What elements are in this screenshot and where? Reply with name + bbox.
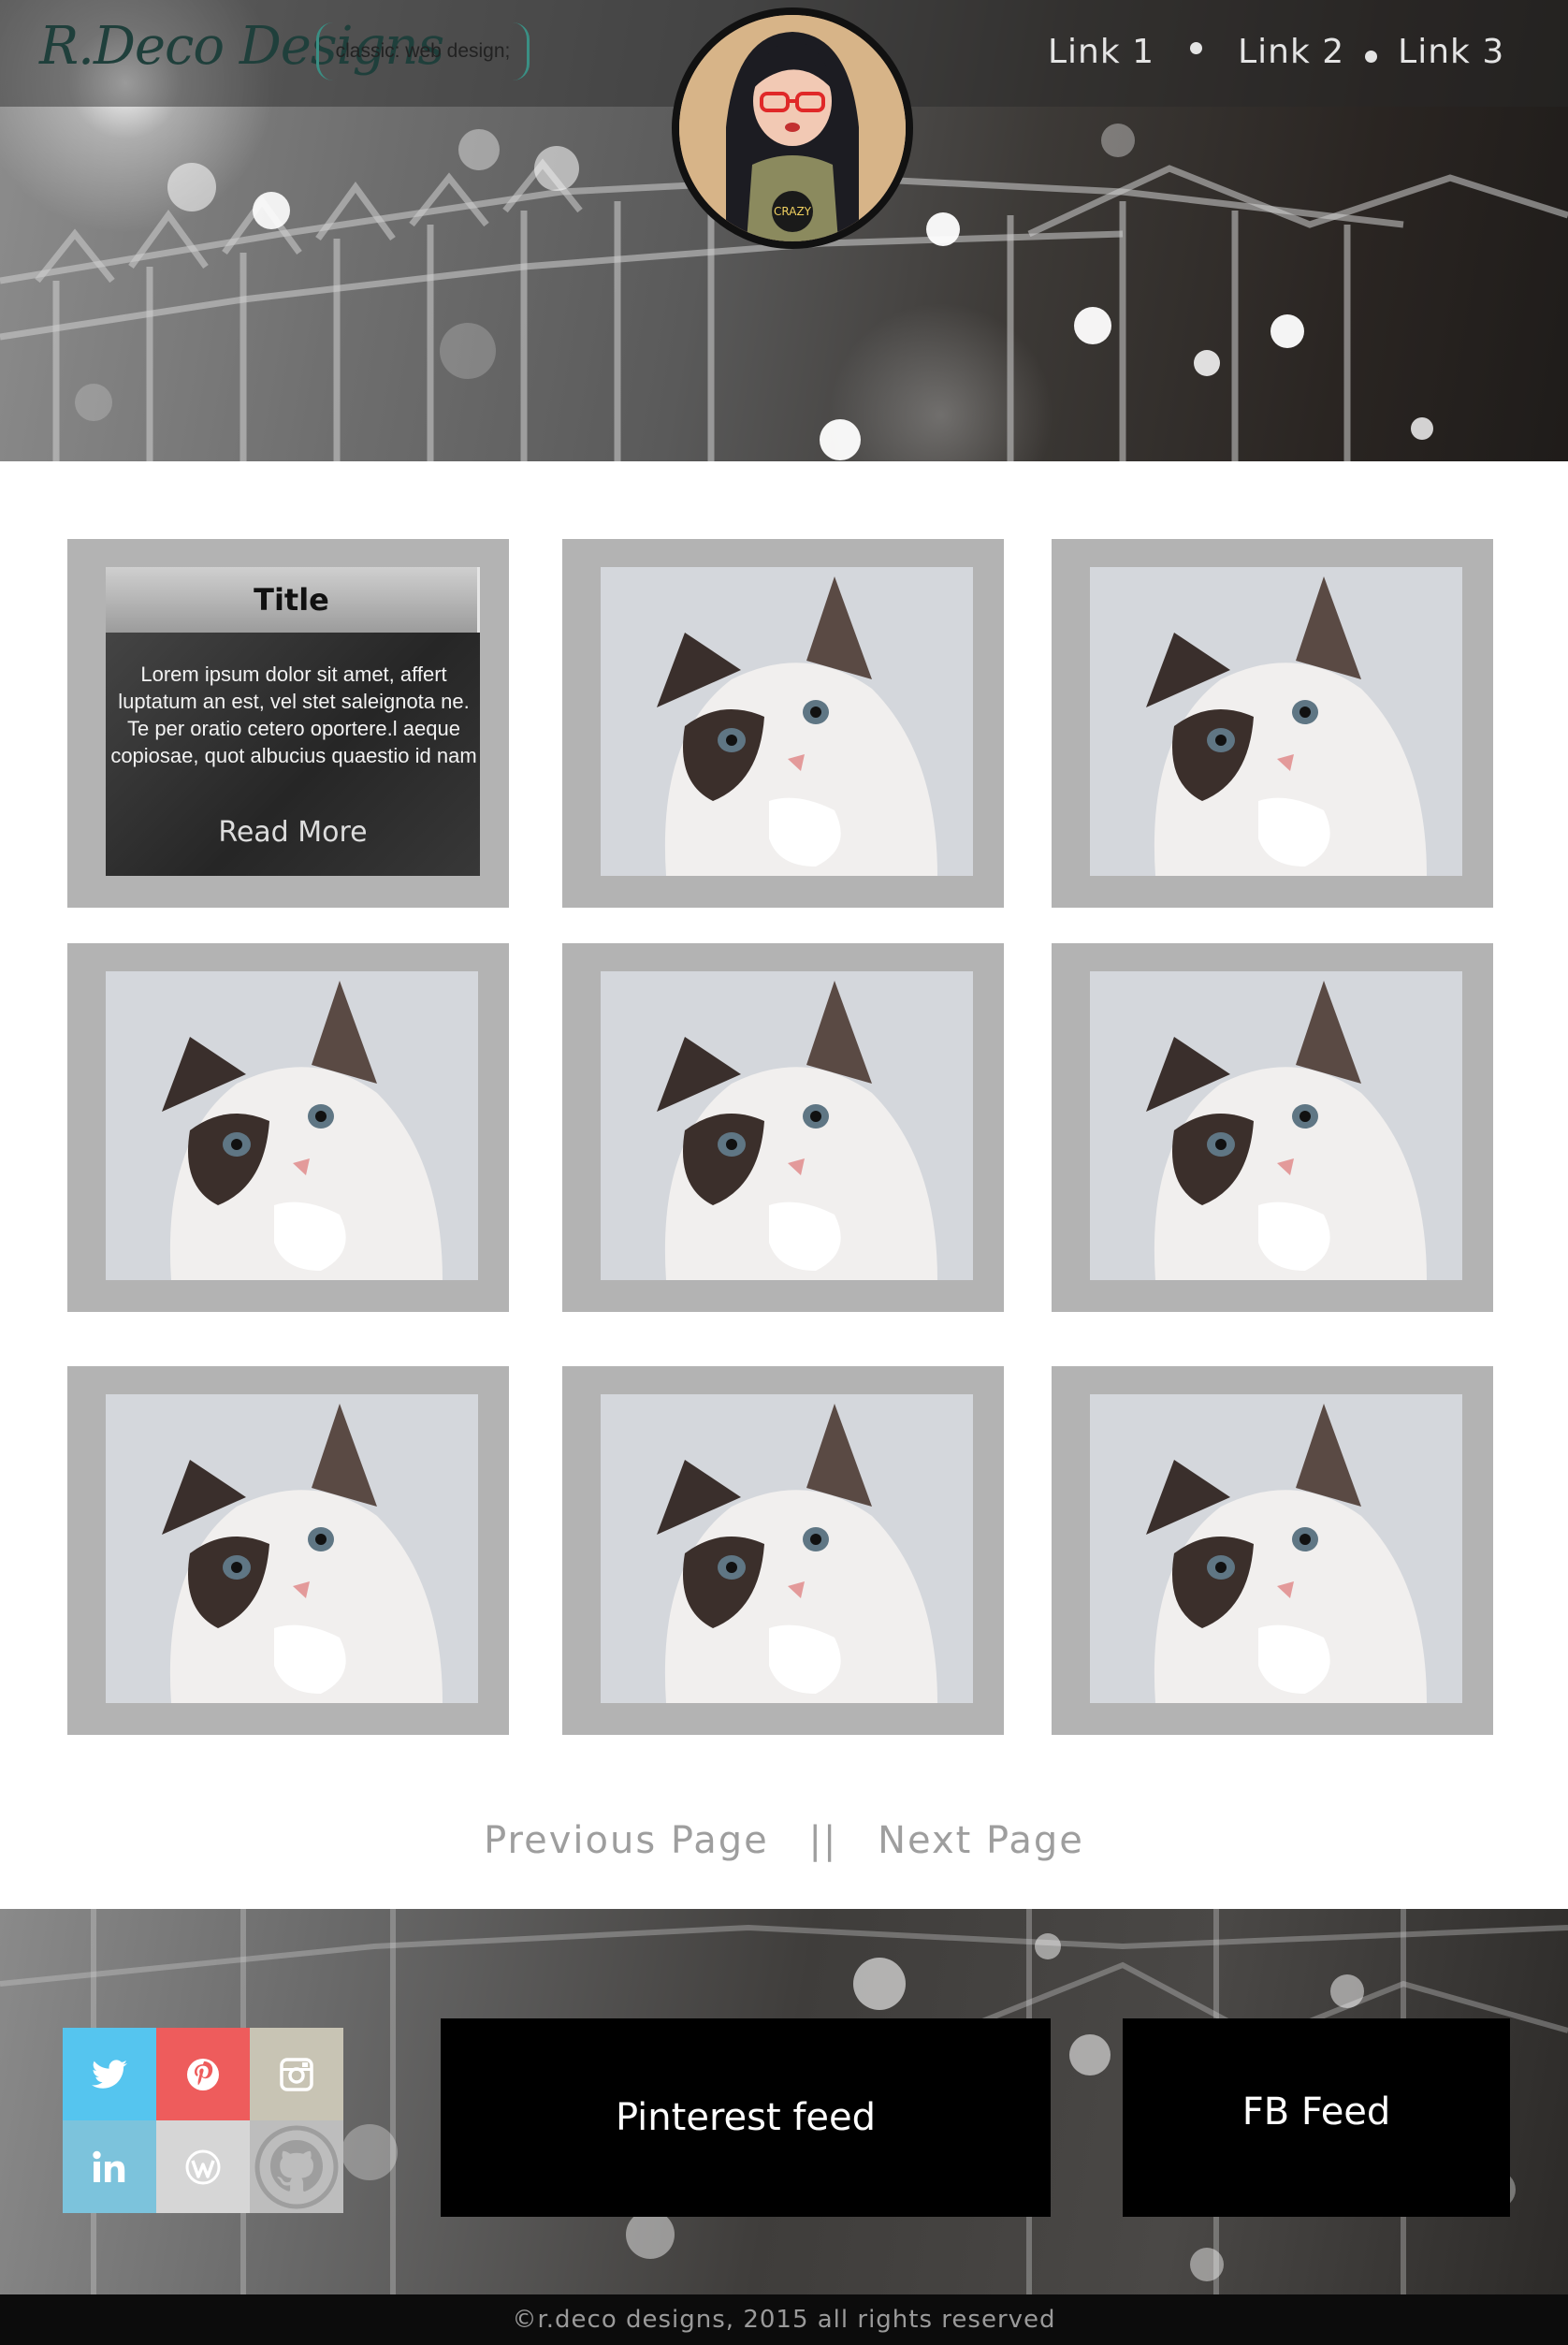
pagination: Previous Page || Next Page (0, 1819, 1568, 1862)
cat-photo (1090, 1394, 1462, 1703)
pinterest-link[interactable] (156, 2028, 250, 2120)
pagination-separator: || (808, 1819, 838, 1862)
svg-text:CRAZY: CRAZY (774, 205, 812, 218)
nav-link-1[interactable]: Link 1 (1048, 33, 1154, 71)
feature-card-title: Title (106, 567, 480, 633)
gallery-card[interactable] (67, 1366, 509, 1735)
gallery-card[interactable] (1052, 1366, 1493, 1735)
feature-card[interactable]: Title Lorem ipsum dolor sit amet, affert… (67, 539, 509, 908)
previous-page-link[interactable]: Previous Page (484, 1819, 769, 1862)
social-icons-grid (63, 2028, 343, 2213)
twitter-icon (92, 2059, 127, 2089)
cat-photo (1090, 567, 1462, 876)
instagram-link[interactable] (250, 2028, 343, 2120)
gallery-card[interactable] (1052, 943, 1493, 1312)
logo-tagline: classic: web design; (316, 22, 530, 80)
copyright-text: ©r.deco designs, 2015 all rights reserve… (512, 2306, 1056, 2334)
wordpress-link[interactable] (156, 2120, 250, 2213)
nav-link-3[interactable]: Link 3 (1398, 33, 1504, 71)
cat-photo (106, 971, 478, 1280)
twitter-link[interactable] (63, 2028, 156, 2120)
crazy-cat-girl-illustration: CRAZY (679, 15, 906, 241)
fb-feed-panel[interactable]: FB Feed (1123, 2018, 1510, 2217)
nav-separator-dot (1190, 41, 1203, 54)
main-navigation: Link 1 Link 2 Link 3 (1048, 26, 1504, 77)
cat-photo (106, 1394, 478, 1703)
pinterest-feed-label: Pinterest feed (615, 2096, 877, 2139)
pinterest-icon (187, 2058, 219, 2090)
fb-feed-label: FB Feed (1241, 2090, 1391, 2134)
gallery-card[interactable] (1052, 539, 1493, 908)
feature-card-content: Title Lorem ipsum dolor sit amet, affert… (106, 567, 480, 876)
github-link[interactable] (250, 2120, 343, 2213)
gallery-card[interactable] (67, 943, 509, 1312)
instagram-icon (280, 2057, 313, 2091)
gallery-card[interactable] (562, 539, 1004, 908)
linkedin-icon (93, 2150, 125, 2182)
cat-photo (601, 1394, 973, 1703)
pinterest-feed-panel[interactable]: Pinterest feed (441, 2018, 1051, 2217)
cat-photo (1090, 971, 1462, 1280)
cat-photo (601, 971, 973, 1280)
copyright-bar: ©r.deco designs, 2015 all rights reserve… (0, 2294, 1568, 2345)
avatar[interactable]: CRAZY (672, 7, 913, 249)
cat-photo (601, 567, 973, 876)
nav-link-2[interactable]: Link 2 (1238, 33, 1344, 71)
wordpress-icon (185, 2149, 221, 2184)
feature-card-body: Lorem ipsum dolor sit amet, affert lupta… (110, 663, 477, 767)
linkedin-link[interactable] (63, 2120, 156, 2213)
nav-separator-dot (1365, 50, 1378, 63)
next-page-link[interactable]: Next Page (878, 1819, 1084, 1862)
gallery-card[interactable] (562, 1366, 1004, 1735)
github-icon (254, 2125, 339, 2208)
read-more-link[interactable]: Read More (106, 816, 480, 849)
gallery-card[interactable] (562, 943, 1004, 1312)
